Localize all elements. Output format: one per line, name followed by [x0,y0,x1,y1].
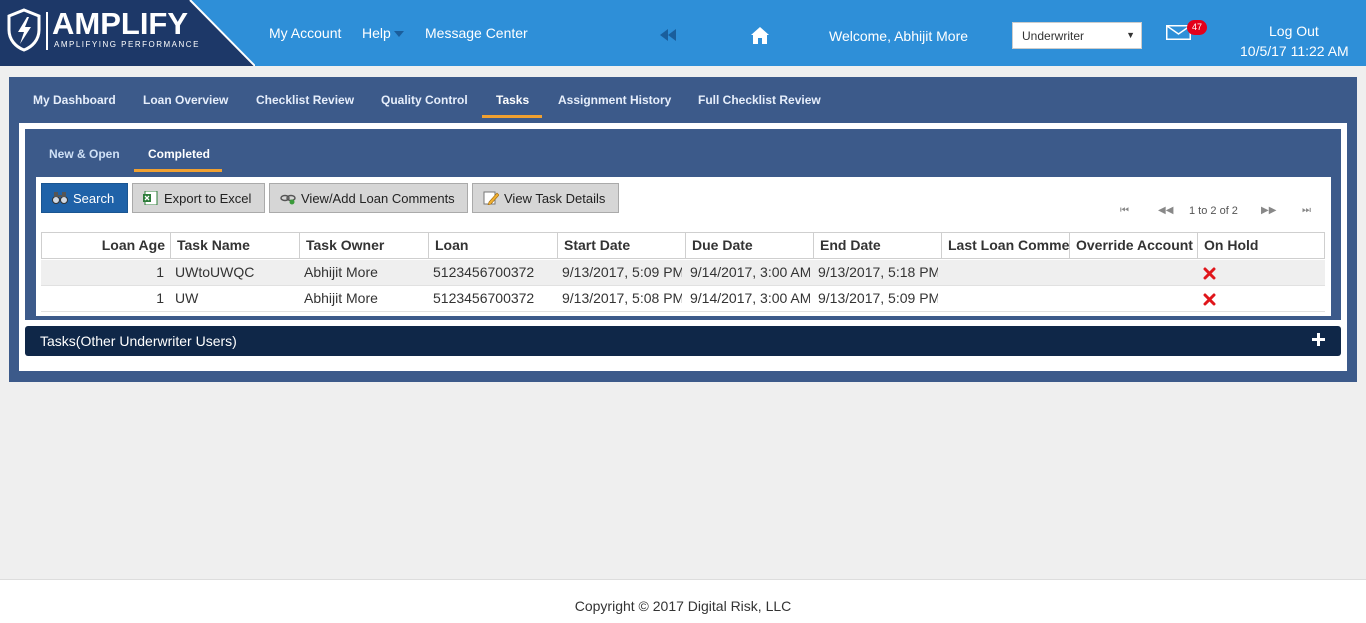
role-select[interactable]: Underwriter ▼ [1012,22,1142,49]
footer: Copyright © 2017 Digital Risk, LLC [0,579,1366,623]
col-loan-age[interactable]: Loan Age [42,233,171,258]
mail-count-badge: 47 [1187,20,1207,35]
col-task-name[interactable]: Task Name [171,233,300,258]
logo-divider [46,12,48,50]
binoculars-icon [52,192,68,204]
prev-page-icon[interactable]: ◀◀ [1158,205,1173,216]
cell-task-name: UW [175,290,199,306]
pager-info: 1 to 2 of 2 [1189,205,1238,217]
cell-task-owner: Abhijit More [304,264,378,280]
col-on-hold[interactable]: On Hold [1198,233,1324,258]
nav-help[interactable]: Help [362,25,404,41]
export-excel-label: Export to Excel [164,190,252,206]
col-start-date[interactable]: Start Date [558,233,686,258]
next-page-icon[interactable]: ▶▶ [1261,205,1276,216]
cell-loan: 5123456700372 [433,264,535,280]
cell-due-date: 9/14/2017, 3:00 AM [690,264,810,280]
loan-comments-button[interactable]: View/Add Loan Comments [269,183,468,213]
other-users-section-header[interactable]: Tasks(Other Underwriter Users) [25,326,1341,356]
col-task-owner[interactable]: Task Owner [300,233,429,258]
tab-loan-overview[interactable]: Loan Overview [143,93,228,107]
edit-note-icon [483,191,499,205]
first-page-icon[interactable]: ⏮ [1120,205,1129,216]
logo[interactable]: AMPLIFY AMPLIFYING PERFORMANCE [0,0,255,66]
active-subtab-indicator [134,169,222,172]
subtab-new-open[interactable]: New & Open [49,147,120,161]
search-button[interactable]: Search [41,183,128,213]
link-comment-icon [280,194,296,205]
on-hold-x-icon [1203,267,1216,280]
export-excel-button[interactable]: Export to Excel [132,183,265,213]
nav-help-label: Help [362,25,391,41]
role-select-value: Underwriter [1022,29,1085,43]
tab-quality-control[interactable]: Quality Control [381,93,468,107]
rewind-icon[interactable] [660,29,677,41]
other-users-section-title: Tasks(Other Underwriter Users) [40,333,237,349]
cell-loan-age: 1 [156,264,164,280]
logout-link[interactable]: Log Out [1269,23,1319,39]
cell-loan-age: 1 [156,290,164,306]
shield-logo-icon [7,8,41,52]
table-row[interactable]: 1 UW Abhijit More 5123456700372 9/13/201… [41,286,1325,312]
cell-task-name: UWtoUWQC [175,264,255,280]
logo-text: AMPLIFY [52,6,189,41]
cell-override-account [1074,260,1194,285]
select-caret-icon: ▼ [1126,30,1135,40]
view-task-details-button[interactable]: View Task Details [472,183,619,213]
current-datetime: 10/5/17 11:22 AM [1240,43,1349,59]
grid-header: Loan Age Task Name Task Owner Loan Start… [41,232,1325,259]
chevron-down-icon [393,31,404,38]
col-last-loan-comment[interactable]: Last Loan Comme [942,233,1070,258]
last-page-icon[interactable]: ⏭ [1302,205,1311,216]
cell-start-date: 9/13/2017, 5:08 PM [562,290,682,306]
cell-last-comment [946,260,1066,285]
tab-tasks[interactable]: Tasks [496,93,529,107]
tab-assignment-history[interactable]: Assignment History [558,93,671,107]
view-task-details-label: View Task Details [504,190,606,206]
search-button-label: Search [73,190,115,206]
tab-full-checklist-review[interactable]: Full Checklist Review [698,93,821,107]
cell-end-date: 9/13/2017, 5:18 PM [818,264,938,280]
cell-start-date: 9/13/2017, 5:09 PM [562,264,682,280]
cell-end-date: 9/13/2017, 5:09 PM [818,290,938,306]
col-due-date[interactable]: Due Date [686,233,814,258]
excel-icon [143,191,158,205]
on-hold-x-icon [1203,293,1216,306]
welcome-text: Welcome, Abhijit More [829,28,969,44]
copyright-text: Copyright © 2017 Digital Risk, LLC [574,598,792,614]
subtab-completed[interactable]: Completed [148,147,210,161]
cell-last-comment [946,286,1066,311]
plus-icon[interactable] [1312,333,1325,346]
cell-task-owner: Abhijit More [304,290,378,306]
nav-my-account[interactable]: My Account [269,25,341,41]
cell-loan: 5123456700372 [433,290,535,306]
active-tab-indicator [482,115,542,118]
col-end-date[interactable]: End Date [814,233,942,258]
logo-subtitle: AMPLIFYING PERFORMANCE [54,40,200,49]
top-header: AMPLIFY AMPLIFYING PERFORMANCE My Accoun… [0,0,1366,66]
tab-my-dashboard[interactable]: My Dashboard [33,93,116,107]
col-loan[interactable]: Loan [429,233,558,258]
table-row[interactable]: 1 UWtoUWQC Abhijit More 5123456700372 9/… [41,260,1325,286]
cell-due-date: 9/14/2017, 3:00 AM [690,290,810,306]
cell-override-account [1074,286,1194,311]
tab-checklist-review[interactable]: Checklist Review [256,93,354,107]
home-icon[interactable] [751,27,769,44]
loan-comments-label: View/Add Loan Comments [301,190,455,206]
nav-message-center[interactable]: Message Center [425,25,528,41]
col-override-account[interactable]: Override Account [1070,233,1198,258]
